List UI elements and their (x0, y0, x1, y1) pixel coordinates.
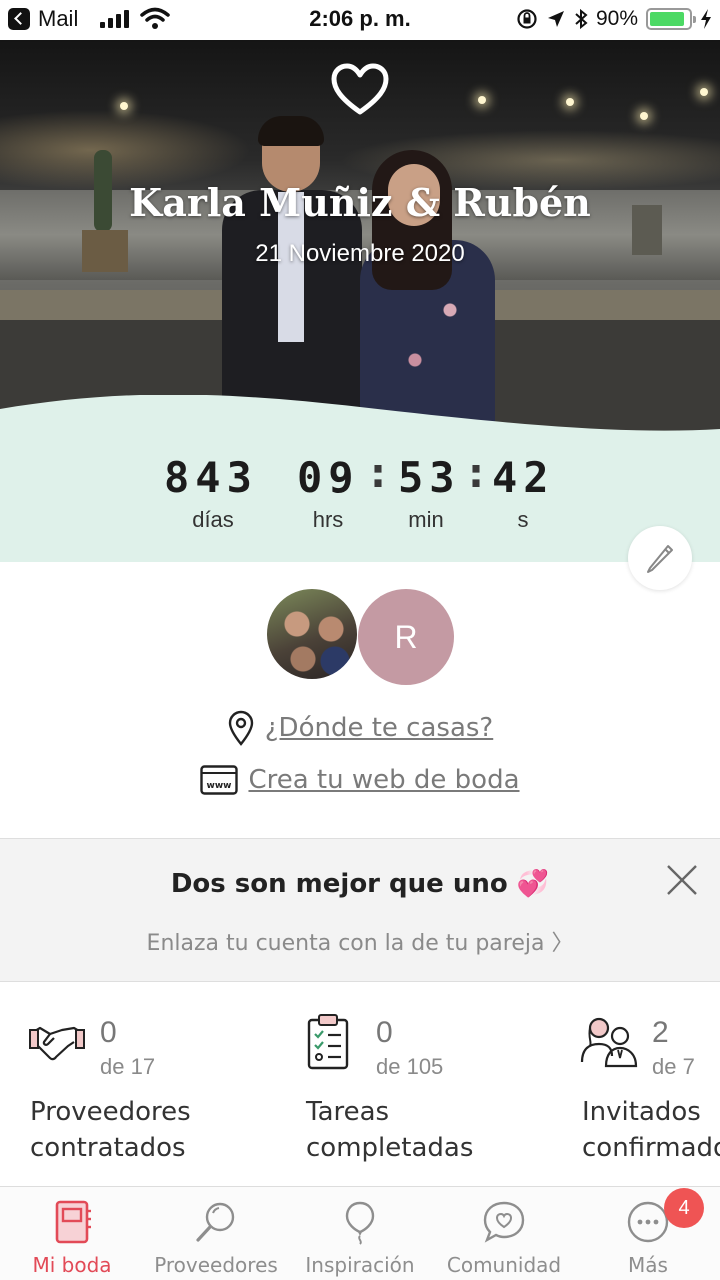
countdown-days-label: días (192, 507, 234, 532)
tab-inspiracion[interactable]: Inspiración (288, 1187, 432, 1280)
clipboard-icon (307, 1014, 349, 1070)
banner-title: Dos son mejor que uno 💞 (170, 869, 550, 899)
pencil-icon (647, 545, 673, 573)
battery-icon (646, 8, 696, 30)
tab-label: Inspiración (305, 1253, 415, 1277)
stat-tasks-total: de 105 (376, 1054, 444, 1079)
partner-avatar[interactable]: R (358, 589, 454, 685)
balloon-icon (345, 1201, 375, 1245)
stat-vendors[interactable]: 0 de 17 Proveedores contratados (28, 1012, 278, 1182)
countdown-hours: 09 (297, 453, 360, 502)
wedding-website-link-text[interactable]: Crea tu web de boda (248, 765, 519, 795)
wedding-date: 21 Noviembre 2020 (255, 240, 465, 267)
orientation-lock-icon (517, 9, 537, 29)
link-partner-banner[interactable]: Dos son mejor que uno 💞 Enlaza tu cuenta… (0, 838, 720, 982)
stat-vendors-total: de 17 (100, 1054, 156, 1079)
tab-label: Comunidad (446, 1253, 562, 1277)
wedding-website-link[interactable]: www Crea tu web de boda (0, 760, 720, 800)
stat-guests-count: 2 (652, 1016, 669, 1049)
stat-vendors-count: 0 (100, 1016, 117, 1049)
status-bar: Mail 2:06 p. m. 90% (0, 0, 720, 40)
magnifier-icon (196, 1202, 235, 1242)
countdown-days: 843 (164, 453, 258, 502)
location-link[interactable]: ¿Dónde te casas? (0, 708, 720, 748)
guests-icon (580, 1017, 638, 1068)
countdown-seconds-label: s (517, 507, 529, 532)
couple-cover-photo[interactable]: Karla Muñiz & Rubén 21 Noviembre 2020 (0, 40, 720, 440)
stat-guests-label: Invitados confirmados (582, 1097, 720, 1163)
groom-figure (222, 116, 362, 440)
battery-percentage: 90% (595, 7, 638, 30)
link-partner-account-link[interactable]: Enlaza tu cuenta con la de tu pareja 〉 (0, 925, 720, 957)
bottom-tab-bar: Mi boda Proveedores Inspiración Comunida… (0, 1186, 720, 1280)
tab-label: Mi boda (32, 1253, 112, 1277)
tab-label: Más (628, 1253, 668, 1277)
website-icon: www (200, 765, 239, 795)
avatar[interactable] (264, 586, 360, 682)
charging-bolt-icon (701, 9, 711, 29)
location-pin-icon (228, 710, 253, 746)
tab-proveedores[interactable]: Proveedores (144, 1187, 288, 1280)
handshake-icon (29, 1026, 85, 1061)
close-icon[interactable] (664, 862, 700, 898)
countdown-separator: : (468, 451, 484, 497)
svg-text:www: www (207, 781, 232, 791)
tab-label: Proveedores (154, 1253, 278, 1277)
wedding-countdown: 843 09 : 53 : 42 días hrs min s (0, 395, 720, 562)
stat-tasks[interactable]: 0 de 105 Tareas completadas (304, 1012, 554, 1182)
stat-tasks-label: Tareas completadas (306, 1097, 474, 1163)
heart-icon (331, 63, 389, 115)
tab-comunidad[interactable]: Comunidad (432, 1187, 576, 1280)
chat-heart-icon (483, 1201, 525, 1243)
edit-button[interactable] (628, 526, 692, 590)
bluetooth-icon (575, 8, 588, 30)
notification-badge: 4 (664, 1188, 704, 1228)
couple-names: Karla Muñiz & Rubén (129, 180, 591, 225)
location-link-text[interactable]: ¿Dónde te casas? (265, 713, 493, 743)
stat-tasks-count: 0 (376, 1016, 393, 1049)
countdown-minutes: 53 (398, 453, 461, 502)
stat-vendors-label: Proveedores contratados (30, 1097, 191, 1163)
stat-guests[interactable]: 2 de 7 Invitados confirmados (580, 1012, 720, 1182)
notebook-icon (55, 1200, 91, 1244)
countdown-separator: : (370, 451, 386, 497)
stat-guests-total: de 7 (652, 1054, 695, 1079)
tab-mi-boda[interactable]: Mi boda (0, 1187, 144, 1280)
location-arrow-icon (547, 11, 564, 27)
countdown-seconds: 42 (492, 453, 555, 502)
